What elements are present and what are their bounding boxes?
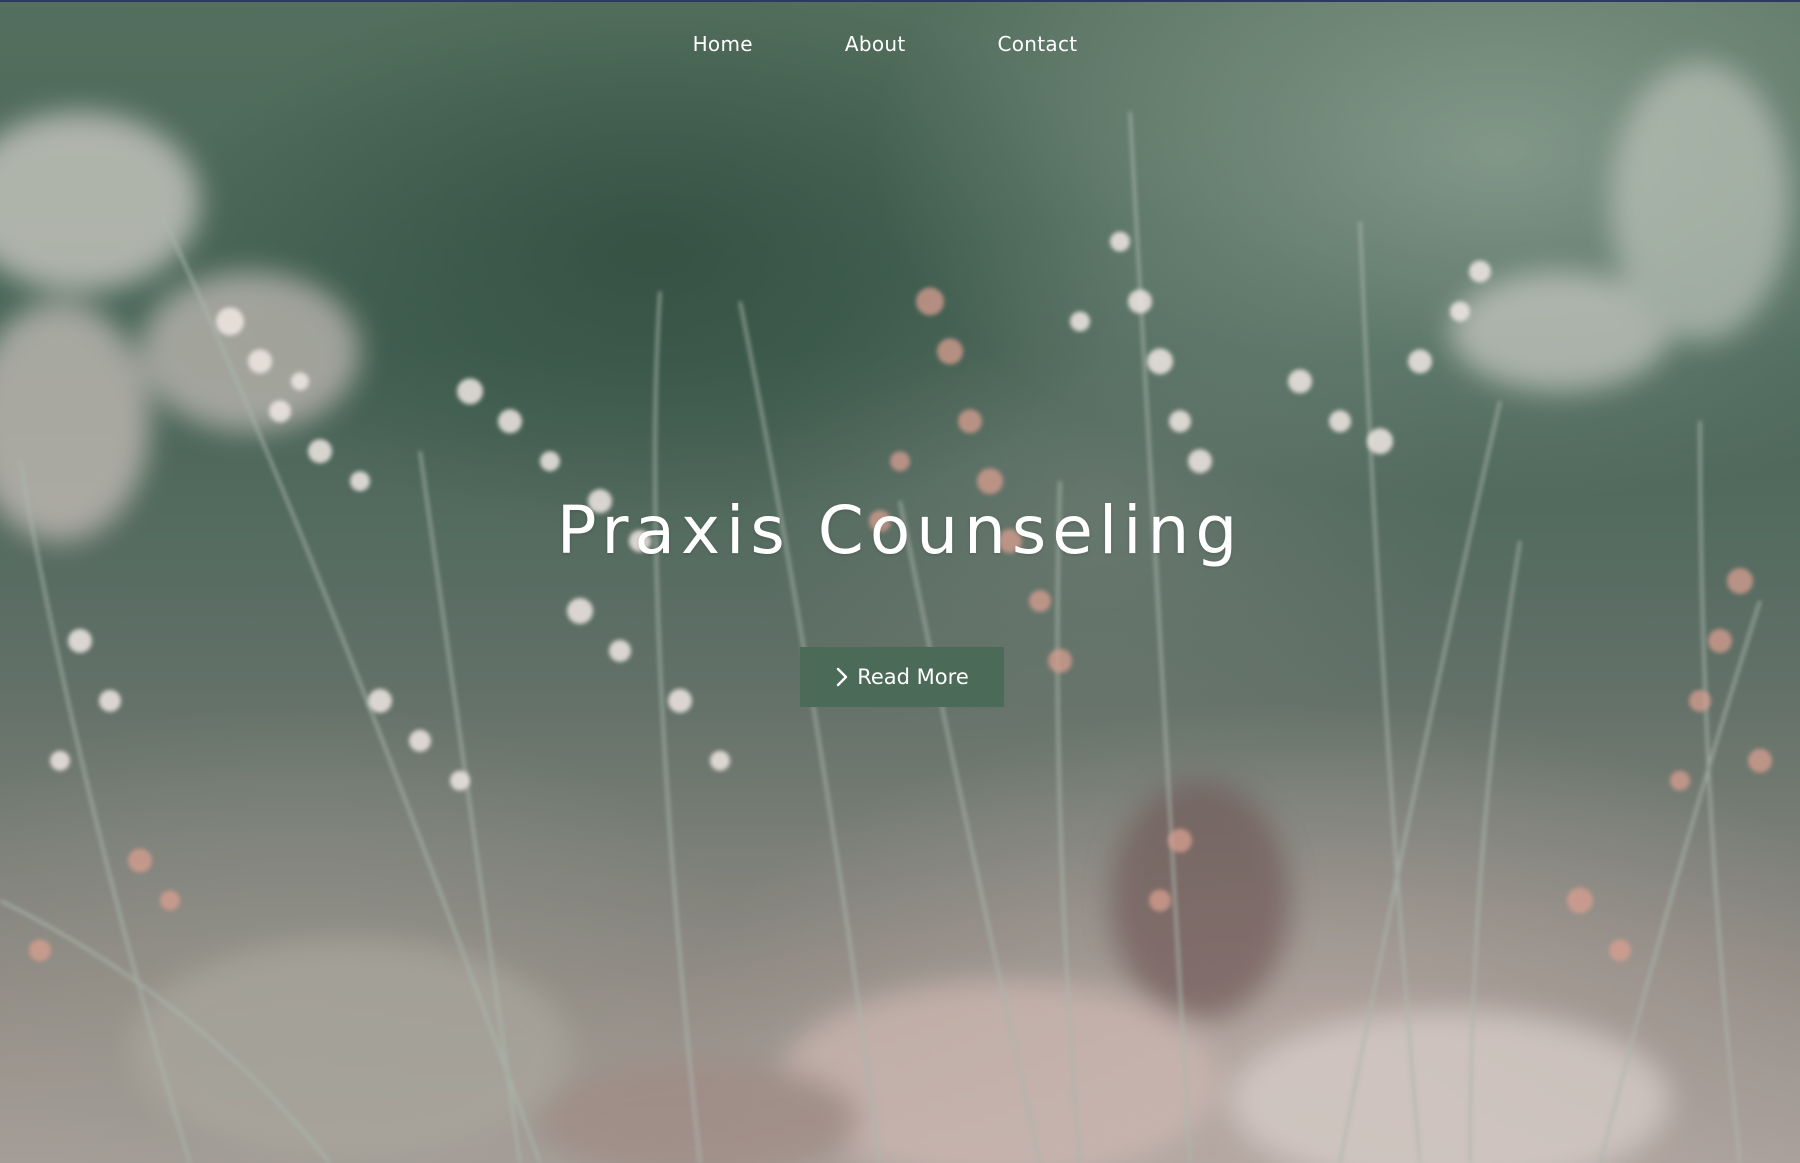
nav-link-home[interactable]: Home [647,28,799,60]
page: Home About Contact Praxis Counseling Rea… [0,0,1800,1163]
hero-background-image [0,2,1800,1163]
grass-illustration [0,2,1800,1163]
read-more-label: Read More [857,665,969,689]
main-nav: Home About Contact [0,28,1800,60]
read-more-button[interactable]: Read More [800,647,1004,707]
chevron-right-icon [835,667,849,687]
nav-link-contact[interactable]: Contact [951,28,1123,60]
nav-link-about[interactable]: About [799,28,952,60]
hero-title: Praxis Counseling [556,492,1244,569]
